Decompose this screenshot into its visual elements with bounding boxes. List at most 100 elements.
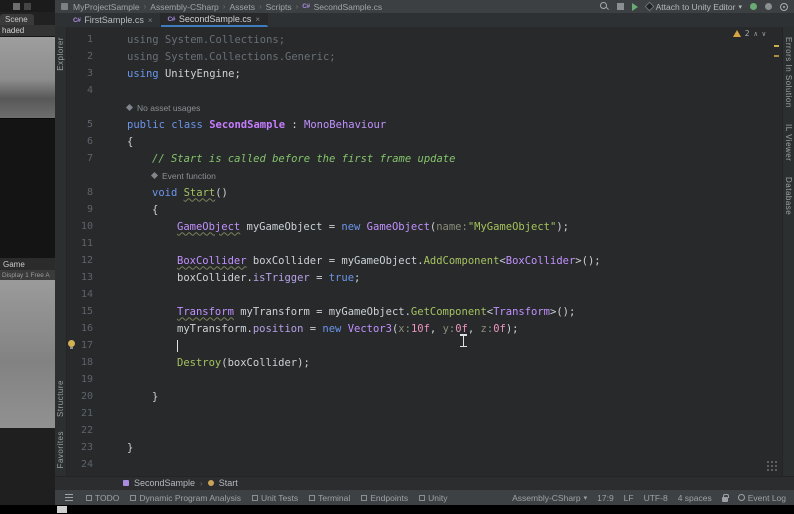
hamburger-menu-icon[interactable] bbox=[65, 497, 73, 498]
code-text: myTransform.position = new Vector3(x:10f… bbox=[177, 322, 519, 335]
code-area: 1 using System.Collections; 2 using System.… bbox=[67, 31, 782, 473]
scene-viewport[interactable] bbox=[0, 36, 55, 118]
tab-scene[interactable]: Scene bbox=[0, 14, 34, 25]
code-line[interactable]: 14 bbox=[67, 286, 782, 303]
code-line[interactable]: 24 bbox=[67, 456, 782, 473]
build-hammer-icon[interactable] bbox=[616, 3, 624, 10]
code-line[interactable]: 12 BoxCollider boxCollider = myGameObject… bbox=[67, 252, 782, 269]
toolwindow-favorites[interactable]: Favorites bbox=[56, 431, 65, 468]
code-line[interactable]: 22 bbox=[67, 422, 782, 439]
code-line[interactable]: 20} bbox=[67, 388, 782, 405]
prev-issue-icon[interactable]: ∧ bbox=[754, 30, 758, 38]
toolwindow-il-viewer[interactable]: IL Viewer bbox=[784, 124, 793, 161]
breadcrumb-item[interactable]: MyProjectSample bbox=[73, 2, 140, 12]
toolwindow-structure[interactable]: Structure bbox=[56, 380, 65, 417]
taskbar-thumbnail bbox=[57, 506, 67, 513]
code-line[interactable]: 9{ bbox=[67, 201, 782, 218]
toolwindow-unit-tests[interactable]: Unit Tests bbox=[251, 493, 298, 503]
code-line[interactable]: 15 Transform myTransform = myGameObject.G… bbox=[67, 303, 782, 320]
line-number: 24 bbox=[80, 459, 93, 470]
toolwindow-database[interactable]: Database bbox=[784, 177, 793, 215]
toolwindow-explorer[interactable]: Explorer bbox=[56, 37, 65, 71]
codevision-hint-line[interactable]: No asset usages bbox=[67, 99, 782, 116]
settings-gear-icon[interactable] bbox=[780, 2, 788, 11]
code-line[interactable]: 16 myTransform.position = new Vector3(x:1… bbox=[67, 320, 782, 337]
code-line[interactable]: 5 public class SecondSample : MonoBehavio… bbox=[67, 116, 782, 133]
next-issue-icon[interactable]: ∨ bbox=[762, 30, 766, 38]
resize-grip[interactable] bbox=[766, 460, 778, 472]
toolwindow-errors-in-solution[interactable]: Errors In Solution bbox=[784, 37, 793, 108]
breadcrumb-item[interactable]: Assembly-CSharp bbox=[150, 2, 219, 12]
caret-position[interactable]: 17:9 bbox=[597, 493, 614, 503]
line-number: 2 bbox=[86, 51, 93, 62]
unity-window-icon[interactable] bbox=[24, 2, 31, 10]
close-icon[interactable]: × bbox=[148, 16, 153, 25]
code-line[interactable]: 1 using System.Collections; bbox=[67, 31, 782, 48]
toolwindow-terminal[interactable]: Terminal bbox=[309, 493, 350, 503]
game-display-toolbar[interactable]: Display 1 Free A bbox=[0, 270, 55, 280]
scrollbar-warning-mark[interactable] bbox=[774, 55, 779, 57]
editor[interactable]: 1 using System.Collections; 2 using System.… bbox=[67, 27, 782, 476]
profiler-icon[interactable] bbox=[765, 3, 772, 10]
project-icon bbox=[61, 3, 68, 10]
code-line[interactable]: 17 bbox=[67, 337, 782, 354]
toolwindow-unity[interactable]: Unity bbox=[419, 493, 447, 503]
code-line[interactable]: 2 using System.Collections.Generic; bbox=[67, 48, 782, 65]
toolwindow-dpa[interactable]: Dynamic Program Analysis bbox=[130, 493, 241, 503]
codevision-hint-line[interactable]: Event function bbox=[67, 167, 782, 184]
line-separator-indicator[interactable]: LF bbox=[624, 493, 634, 503]
code-text: } bbox=[152, 390, 159, 403]
lock-icon[interactable] bbox=[721, 493, 729, 502]
unity-menu-icon[interactable] bbox=[13, 2, 20, 10]
line-number: 16 bbox=[80, 323, 93, 334]
unity-status-icon bbox=[419, 494, 426, 501]
encoding-indicator[interactable]: UTF-8 bbox=[644, 493, 668, 503]
code-line[interactable]: 23} bbox=[67, 439, 782, 456]
code-text: using System.Collections; bbox=[127, 33, 286, 46]
scene-shading-dropdown[interactable]: haded bbox=[0, 25, 55, 36]
class-icon bbox=[123, 480, 129, 486]
toolwindow-todo[interactable]: TODO bbox=[86, 493, 119, 503]
line-number: 22 bbox=[80, 425, 93, 436]
codevision-icon bbox=[125, 103, 134, 112]
code-line[interactable]: 19 bbox=[67, 371, 782, 388]
code-line[interactable]: 21 bbox=[67, 405, 782, 422]
tab-firstsample[interactable]: C# FirstSample.cs × bbox=[66, 13, 161, 27]
scrollbar-warning-mark[interactable] bbox=[774, 45, 779, 47]
line-number: 14 bbox=[80, 289, 93, 300]
intention-bulb-icon[interactable] bbox=[68, 340, 75, 349]
run-play-icon[interactable] bbox=[631, 2, 638, 11]
attach-to-unity-button[interactable]: Attach to Unity Editor ▾ bbox=[644, 2, 742, 12]
tab-secondsample[interactable]: C# SecondSample.cs × bbox=[160, 13, 269, 27]
unity-lower-panel bbox=[0, 428, 55, 505]
line-number: 7 bbox=[86, 153, 93, 164]
editor-tabbar: C# FirstSample.cs × C# SecondSample.cs × bbox=[55, 13, 794, 27]
code-line[interactable]: 10 GameObject myGameObject = new GameObje… bbox=[67, 218, 782, 235]
toolwindow-endpoints[interactable]: Endpoints bbox=[361, 493, 408, 503]
event-log-button[interactable]: Event Log bbox=[737, 493, 786, 503]
code-line[interactable]: 8 void Start() bbox=[67, 184, 782, 201]
code-line[interactable]: 6{ bbox=[67, 133, 782, 150]
code-line[interactable]: 7 // Start is called before the first fra… bbox=[67, 150, 782, 167]
build-configuration-select[interactable]: Assembly-CSharp ▾ bbox=[512, 493, 587, 503]
breadcrumb-item[interactable]: Assets bbox=[229, 2, 255, 12]
debug-bug-icon[interactable] bbox=[750, 3, 757, 10]
line-number: 12 bbox=[80, 255, 93, 266]
navbar-member[interactable]: Start bbox=[219, 478, 238, 488]
code-line[interactable]: 4 bbox=[67, 82, 782, 99]
code-line[interactable]: 11 bbox=[67, 235, 782, 252]
navbar-separator: › bbox=[200, 478, 203, 488]
search-icon[interactable] bbox=[599, 2, 609, 11]
warning-count: 2 bbox=[744, 29, 750, 38]
close-icon[interactable]: × bbox=[255, 15, 260, 24]
line-number: 3 bbox=[86, 68, 93, 79]
game-viewport[interactable] bbox=[0, 280, 55, 428]
breadcrumb-item[interactable]: SecondSample.cs bbox=[314, 2, 383, 12]
indent-indicator[interactable]: 4 spaces bbox=[678, 493, 712, 503]
code-line[interactable]: 3 using UnityEngine; bbox=[67, 65, 782, 82]
code-line[interactable]: 18 Destroy(boxCollider); bbox=[67, 354, 782, 371]
navbar-class[interactable]: SecondSample bbox=[134, 478, 195, 488]
breadcrumb-item[interactable]: Scripts bbox=[266, 2, 292, 12]
tab-game[interactable]: Game bbox=[0, 258, 55, 270]
code-line[interactable]: 13 boxCollider.isTrigger = true; bbox=[67, 269, 782, 286]
